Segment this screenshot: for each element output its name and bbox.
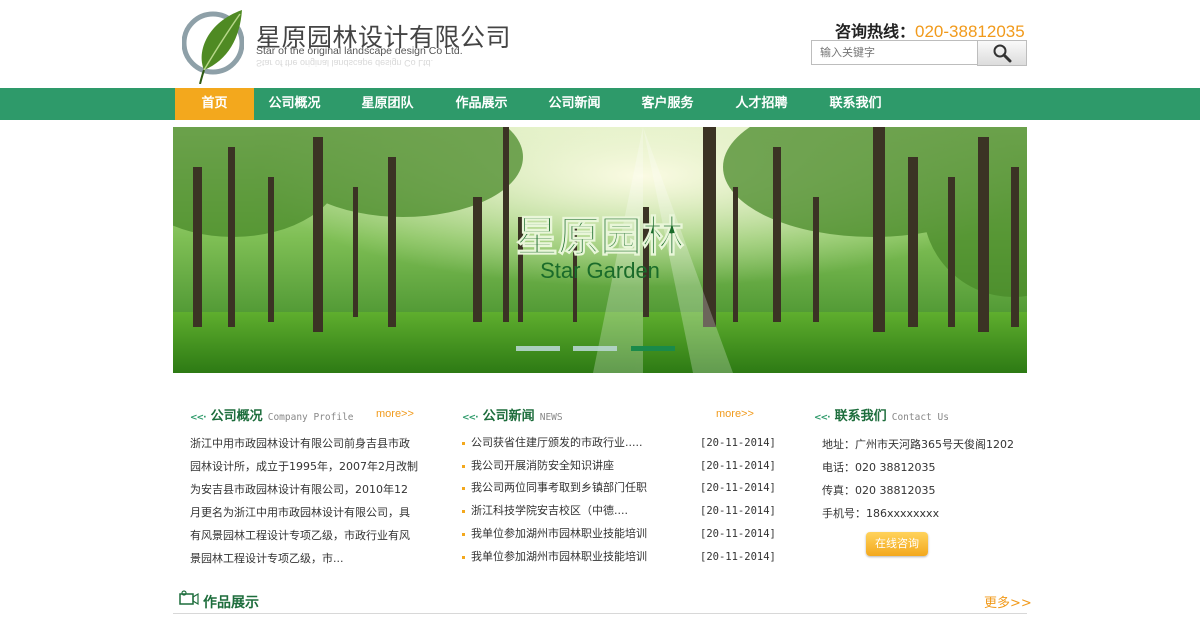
- double-arrow-icon: <<·: [462, 413, 478, 423]
- nav-item-news[interactable]: 公司新闻: [535, 88, 614, 120]
- news-header: <<· 公司新闻 NEWS: [462, 405, 563, 424]
- contact-header: <<· 联系我们 Contact Us: [814, 405, 949, 424]
- nav-item-jobs[interactable]: 人才招聘: [722, 88, 801, 120]
- contact-mobile: 手机号：186xxxxxxxx: [822, 507, 940, 520]
- double-arrow-icon: <<·: [814, 413, 830, 423]
- news-item[interactable]: 我公司两位同事考取到乡镇部门任职 [20-11-2014]: [462, 477, 780, 499]
- contact-fax: 传真：020 38812035: [822, 484, 936, 497]
- search-input[interactable]: [811, 40, 977, 65]
- bullet-icon: [462, 486, 465, 490]
- profile-title: 公司概况: [210, 409, 263, 424]
- company-name-en-reflection: Star of the original landscape design Co…: [256, 58, 434, 68]
- search-icon: [993, 44, 1012, 63]
- hotline: 咨询热线：020-38812035: [835, 18, 1025, 42]
- news-item-date: [20-11-2014]: [700, 528, 776, 540]
- news-more-link[interactable]: more>>: [716, 408, 754, 420]
- news-item-title[interactable]: 公司获省住建厅颁发的市政行业.....: [471, 432, 695, 454]
- news-item-date: [20-11-2014]: [700, 551, 776, 563]
- bullet-icon: [462, 464, 465, 468]
- hotline-label: 咨询热线：: [835, 22, 916, 41]
- news-item-title[interactable]: 我单位参加湖州市园林职业技能培训: [471, 546, 695, 568]
- bullet-icon: [462, 532, 465, 536]
- news-item[interactable]: 浙江科技学院安吉校区（中德.... [20-11-2014]: [462, 500, 780, 522]
- news-item-date: [20-11-2014]: [700, 437, 776, 449]
- profile-text: 浙江中用市政园林设计有限公司前身吉县市政园林设计所，成立于1995年，2007年…: [190, 437, 418, 565]
- news-item-title[interactable]: 我单位参加湖州市园林职业技能培训: [471, 523, 695, 545]
- slide-indicator-2[interactable]: [573, 346, 617, 351]
- nav-item-team[interactable]: 星原团队: [348, 88, 427, 120]
- news-item-title[interactable]: 浙江科技学院安吉校区（中德....: [471, 500, 695, 522]
- company-name-en: Star of the original landscape design Co…: [256, 45, 463, 57]
- bullet-icon: [462, 509, 465, 513]
- hero-banner[interactable]: 星原园林 Star Garden: [173, 127, 1027, 373]
- contact-title: 联系我们: [834, 409, 887, 424]
- nav-item-service[interactable]: 客户服务: [628, 88, 707, 120]
- profile-header: <<· 公司概况 Company Profile: [190, 405, 354, 424]
- news-subtitle: NEWS: [539, 412, 563, 423]
- news-item[interactable]: 公司获省住建厅颁发的市政行业..... [20-11-2014]: [462, 432, 780, 454]
- banner-title-cn: 星原园林: [516, 212, 684, 261]
- news-item[interactable]: 我单位参加湖州市园林职业技能培训 [20-11-2014]: [462, 523, 780, 545]
- contact-phone: 电话：020 38812035: [822, 461, 936, 474]
- profile-more-link[interactable]: more>>: [376, 408, 414, 420]
- works-title: 作品展示: [203, 595, 259, 611]
- contact-address: 地址：广州市天河路365号天俊阁1202: [822, 438, 1014, 451]
- bullet-icon: [462, 441, 465, 445]
- online-consult-button[interactable]: 在线咨询: [866, 532, 928, 556]
- news-item-date: [20-11-2014]: [700, 460, 776, 472]
- leaf-logo-icon: [181, 10, 245, 85]
- company-logo[interactable]: [181, 6, 245, 85]
- nav-item-contact[interactable]: 联系我们: [816, 88, 895, 120]
- news-item[interactable]: 我公司开展消防安全知识讲座 [20-11-2014]: [462, 455, 780, 477]
- forest-banner-image: 星原园林 Star Garden: [173, 127, 1027, 373]
- double-arrow-icon: <<·: [190, 413, 206, 423]
- profile-subtitle: Company Profile: [267, 412, 354, 423]
- news-item[interactable]: 我单位参加湖州市园林职业技能培训 [20-11-2014]: [462, 546, 780, 568]
- camera-icon: [179, 590, 199, 606]
- hotline-number: 020-38812035: [915, 22, 1025, 41]
- nav-item-company-profile[interactable]: 公司概况: [255, 88, 334, 120]
- slide-indicator-3-active[interactable]: [631, 346, 675, 351]
- news-item-date: [20-11-2014]: [700, 482, 776, 494]
- nav-item-home[interactable]: 首页: [175, 88, 254, 120]
- slide-indicator-1[interactable]: [516, 346, 560, 351]
- contact-subtitle: Contact Us: [891, 412, 949, 423]
- news-item-title[interactable]: 我公司两位同事考取到乡镇部门任职: [471, 477, 695, 499]
- news-title: 公司新闻: [482, 409, 535, 424]
- nav-item-works[interactable]: 作品展示: [442, 88, 521, 120]
- bullet-icon: [462, 555, 465, 559]
- news-item-title[interactable]: 我公司开展消防安全知识讲座: [471, 455, 695, 477]
- works-icon-wrap: [179, 590, 199, 610]
- works-more-link[interactable]: 更多>>: [984, 592, 1032, 611]
- search-button[interactable]: [977, 40, 1027, 66]
- works-divider: [173, 613, 1027, 614]
- news-item-date: [20-11-2014]: [700, 505, 776, 517]
- banner-title-en: Star Garden: [540, 258, 660, 283]
